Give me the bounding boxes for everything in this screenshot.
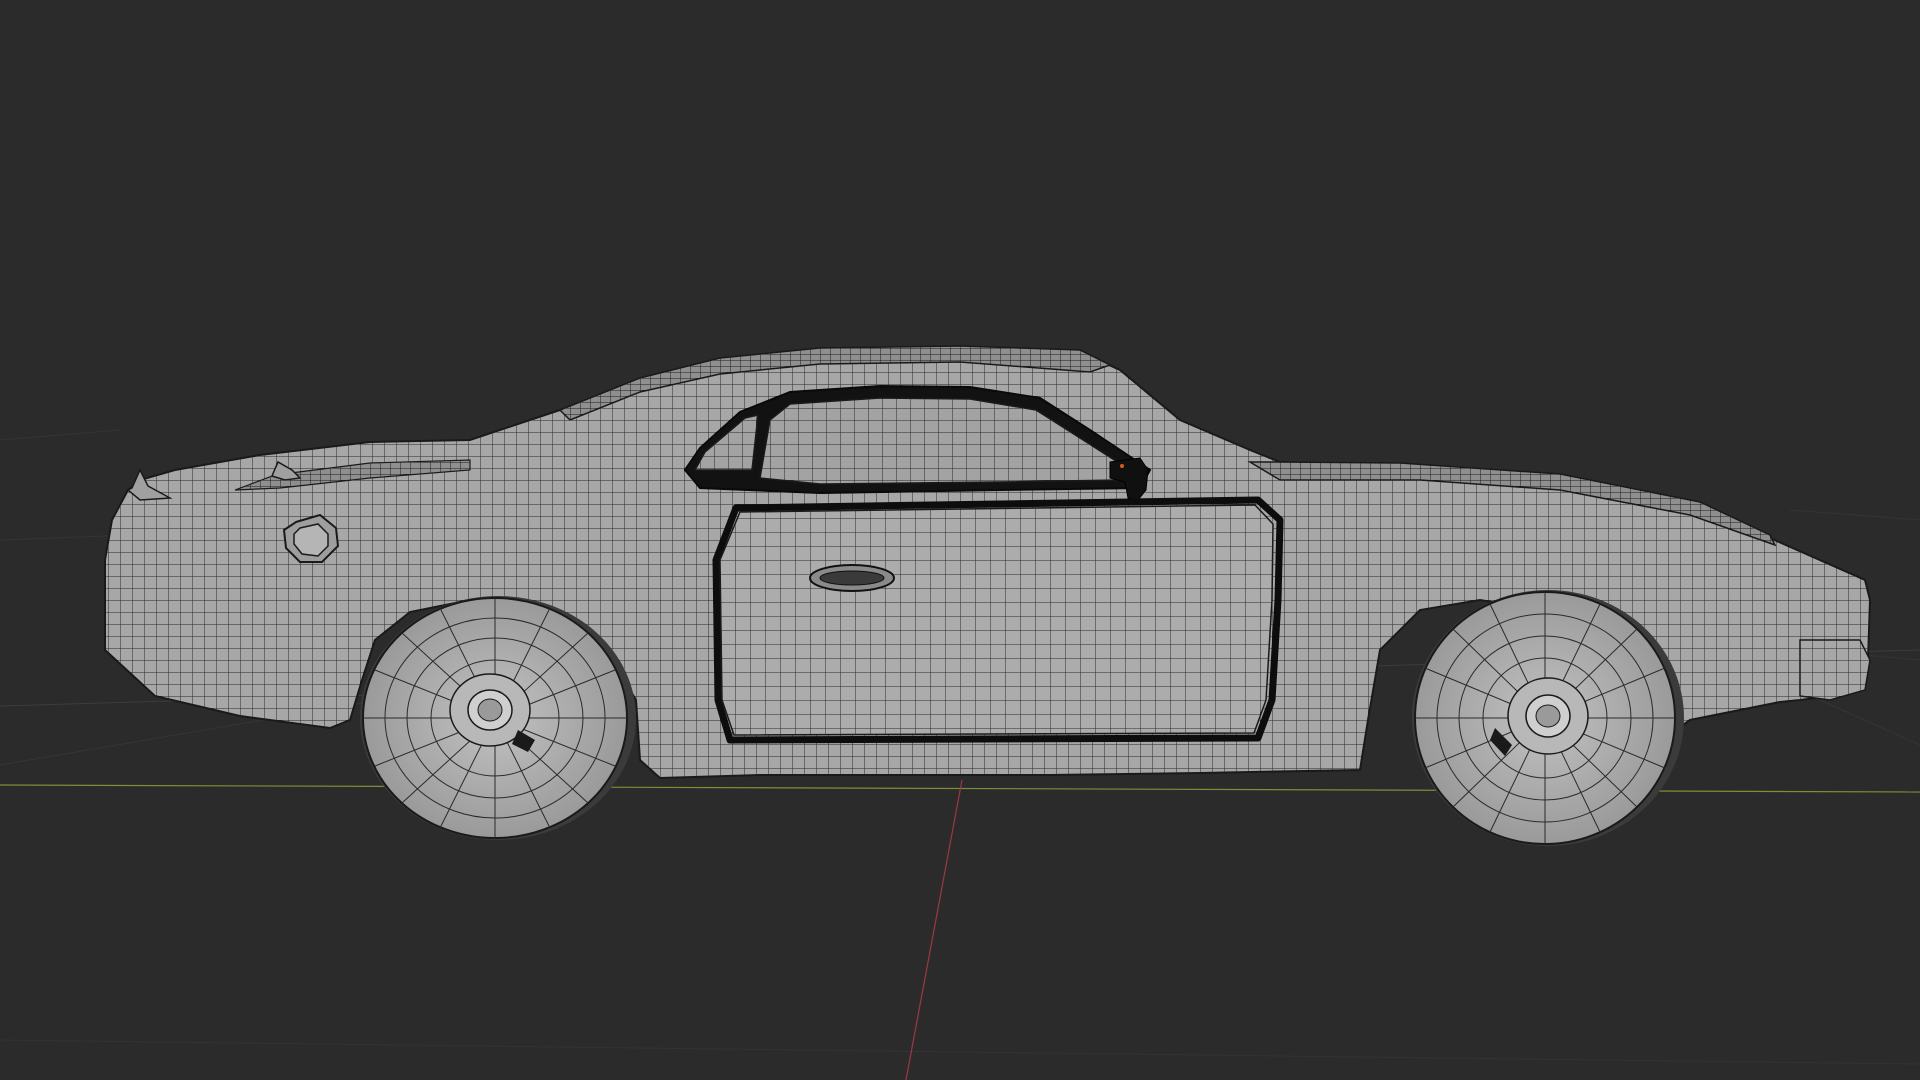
mirror-highlight — [1120, 464, 1124, 468]
door-handle[interactable] — [809, 564, 895, 592]
front-wheel[interactable] — [1412, 590, 1684, 846]
3d-viewport[interactable] — [0, 0, 1920, 1080]
door-panel[interactable] — [719, 504, 1274, 736]
viewport-canvas[interactable] — [0, 0, 1920, 1080]
rear-wheel[interactable] — [360, 596, 636, 840]
front-bumper — [1799, 639, 1871, 701]
y-axis-line — [905, 779, 963, 1080]
